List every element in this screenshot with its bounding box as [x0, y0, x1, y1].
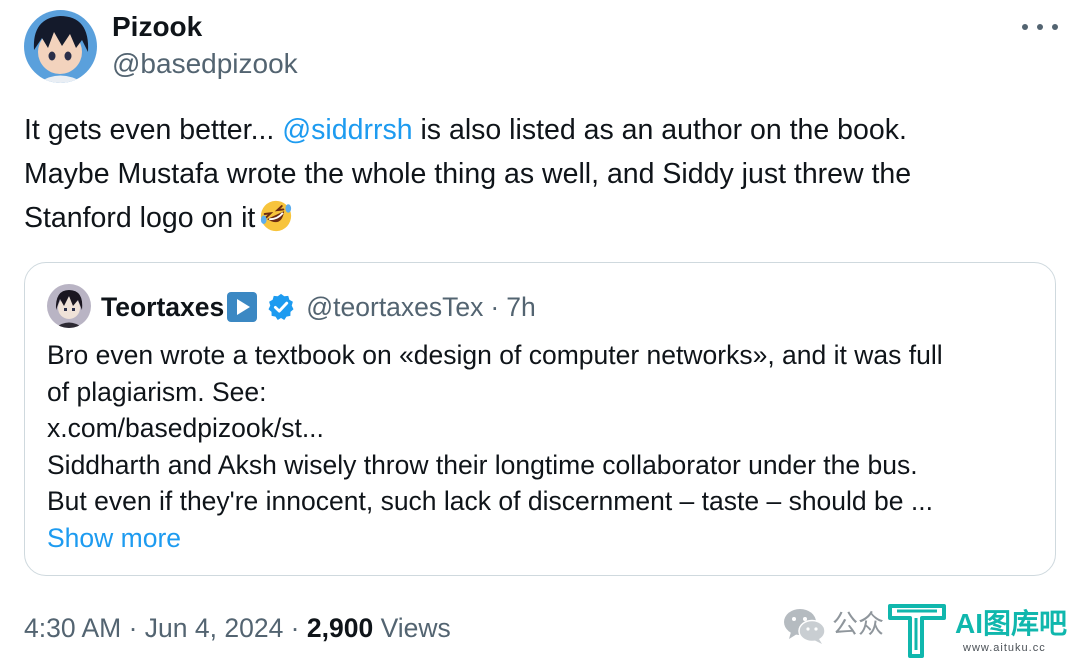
- show-more-link[interactable]: Show more: [47, 520, 1037, 557]
- watermark-channel-text: 公众: [832, 609, 885, 639]
- watermark-brand: AI图库吧: [955, 608, 1068, 639]
- rolling-on-floor-laughing-emoji-icon: [261, 200, 292, 232]
- tweet-date[interactable]: Jun 4, 2024: [145, 613, 284, 643]
- quoted-tweet-line: Siddharth and Aksh wisely throw their lo…: [47, 449, 918, 480]
- tweet-line: It gets even better... @siddrrsh is also…: [24, 108, 1054, 152]
- tweet-time[interactable]: 4:30 AM: [24, 613, 121, 643]
- tweet-text-segment: Stanford logo on it: [24, 202, 256, 234]
- quoted-tweet-card[interactable]: Teortaxes @teortaxesTex · 7h Bro even wr…: [24, 262, 1056, 576]
- quoted-author-avatar[interactable]: [47, 284, 91, 328]
- views-label: Views: [373, 613, 451, 643]
- author-handle[interactable]: @basedpizook: [112, 47, 298, 81]
- quoted-tweet-link[interactable]: x.com/basedpizook/st...: [47, 410, 1037, 447]
- meta-separator: ·: [283, 613, 307, 643]
- quoted-tweet-line: But even if they're innocent, such lack …: [47, 486, 933, 516]
- more-options-dot: [1037, 24, 1043, 30]
- tweet-text-segment: is also listed as an author on the book.: [412, 114, 907, 146]
- tweet-line: Stanford logo on it: [24, 196, 1054, 240]
- watermark: 公众 AI图库吧 www.aituku.cc: [780, 600, 1076, 662]
- more-options-dot: [1022, 24, 1028, 30]
- tweet-text-segment: It gets even better...: [24, 114, 283, 146]
- quoted-tweet-time[interactable]: 7h: [506, 292, 535, 323]
- quoted-author-display-name[interactable]: Teortaxes: [101, 292, 224, 323]
- tweet-text: It gets even better... @siddrrsh is also…: [24, 108, 1054, 240]
- quoted-tweet-body: Bro even wrote a textbook on «design of …: [47, 337, 1037, 556]
- tweet-meta: 4:30 AM · Jun 4, 2024 · 2,900 Views: [24, 610, 451, 646]
- quoted-tweet-line: Bro even wrote a textbook on «design of …: [47, 340, 943, 370]
- header-separator: ·: [490, 291, 500, 322]
- wechat-icon: [784, 609, 826, 644]
- mention-link[interactable]: @siddrrsh: [282, 114, 412, 146]
- views-count: 2,900: [306, 613, 374, 643]
- more-options-dot: [1052, 24, 1058, 30]
- verified-badge-icon: [268, 293, 294, 320]
- quoted-tweet-header: Teortaxes @teortaxesTex · 7h: [101, 289, 536, 325]
- author-display-name[interactable]: Pizook: [112, 10, 202, 44]
- more-options-icon[interactable]: [1022, 18, 1058, 36]
- quoted-tweet-line: of plagiarism. See:: [47, 376, 267, 407]
- watermark-url: www.aituku.cc: [963, 642, 1046, 654]
- aituku-logo-icon: [888, 604, 946, 658]
- author-avatar[interactable]: [24, 10, 97, 83]
- play-button-icon: [227, 292, 258, 322]
- quoted-author-handle[interactable]: @teortaxesTex: [306, 292, 483, 323]
- meta-separator: ·: [121, 613, 145, 643]
- tweet-line: Maybe Mustafa wrote the whole thing as w…: [24, 158, 912, 190]
